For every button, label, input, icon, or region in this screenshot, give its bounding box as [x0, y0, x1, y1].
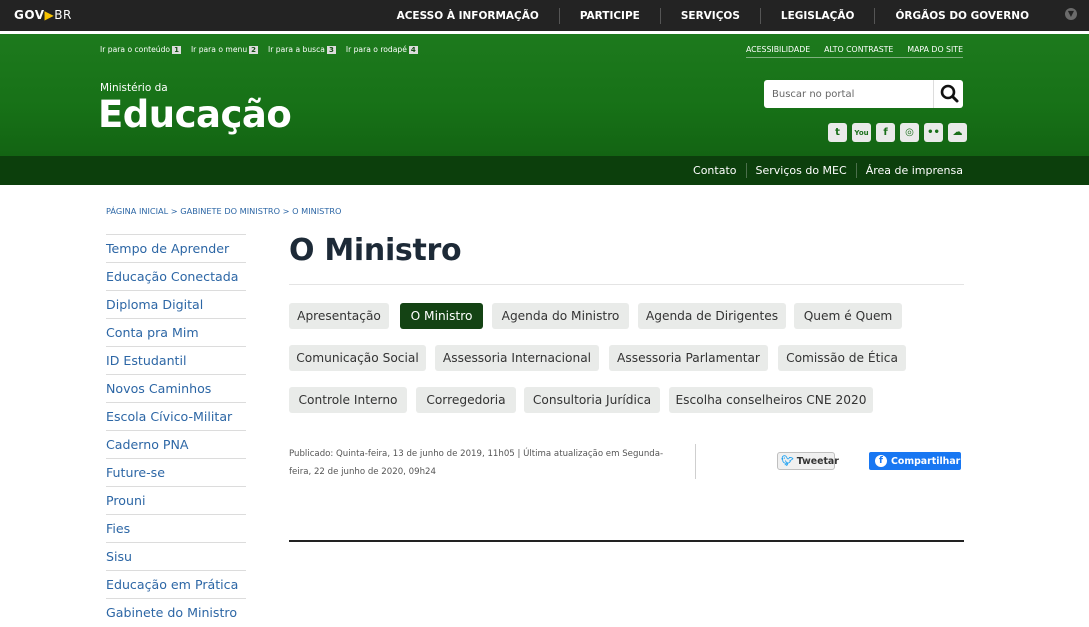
page-title: O Ministro: [289, 233, 462, 268]
instagram-icon[interactable]: ◎: [900, 123, 919, 142]
tab-consultoria-juridica[interactable]: Consultoria Jurídica: [524, 387, 660, 413]
skip-links: Ir para o conteúdo 1 Ir para o menu 2 Ir p…: [100, 45, 418, 54]
search-icon: [940, 84, 959, 103]
sidebar-item[interactable]: Prouni: [106, 486, 246, 514]
breadcrumb[interactable]: PÁGINA INICIAL > GABINETE DO MINISTRO > …: [106, 206, 342, 216]
tab-assessoria-internacional[interactable]: Assessoria Internacional: [435, 345, 599, 371]
skip-to-search[interactable]: Ir para a busca 3: [268, 45, 336, 54]
tab-corregedoria[interactable]: Corregedoria: [416, 387, 516, 413]
skip-label: Ir para o rodapé: [345, 45, 407, 54]
gov-nav: ACESSO À INFORMAÇÃO PARTICIPE SERVIÇOS L…: [377, 0, 1077, 31]
gov-logo-arrow-icon: ▶: [44, 8, 55, 22]
chevron-down-icon[interactable]: ▼: [1065, 8, 1077, 20]
youtube-icon[interactable]: You: [852, 123, 871, 142]
sidebar-item[interactable]: Novos Caminhos: [106, 374, 246, 402]
twitter-bird-icon: 🐦︎: [781, 455, 794, 467]
br-logo-text: BR: [54, 8, 72, 22]
brand-title[interactable]: Educação: [98, 93, 292, 136]
tab-agenda-dirigentes[interactable]: Agenda de Dirigentes: [638, 303, 786, 329]
facebook-icon: f: [875, 455, 887, 467]
sidebar-item[interactable]: Caderno PNA: [106, 430, 246, 458]
facebook-icon[interactable]: f: [876, 123, 895, 142]
gov-nav-participe[interactable]: PARTICIPE: [558, 7, 660, 24]
gov-nav-orgaos-governo[interactable]: ÓRGÃOS DO GOVERNO: [874, 7, 1049, 24]
gov-logo-text: GOV: [14, 8, 45, 22]
skip-to-footer[interactable]: Ir para o rodapé 4: [346, 45, 418, 54]
site-header: Ir para o conteúdo 1 Ir para o menu 2 Ir p…: [0, 34, 1089, 156]
skip-key: 2: [249, 46, 259, 54]
tab-controle-interno[interactable]: Controle Interno: [289, 387, 407, 413]
subnav-area-imprensa[interactable]: Área de imprensa: [855, 163, 963, 178]
skip-key: 1: [172, 46, 181, 54]
tab-o-ministro[interactable]: O Ministro: [400, 303, 483, 329]
sidebar-item[interactable]: Sisu: [106, 542, 246, 570]
skip-to-content[interactable]: Ir para o conteúdo 1: [100, 45, 181, 54]
sidebar-item[interactable]: ID Estudantil: [106, 346, 246, 374]
sidebar-item[interactable]: Educação Conectada: [106, 262, 246, 290]
skip-label: Ir para a busca: [268, 45, 325, 54]
tweet-button[interactable]: 🐦︎ Tweetar: [777, 452, 839, 470]
facebook-share-button[interactable]: f Compartilhar: [869, 452, 961, 470]
gov-br-logo[interactable]: GOV▶BR: [14, 8, 72, 22]
share-label: Compartilhar: [891, 455, 961, 467]
sidebar-item[interactable]: Conta pra Mim: [106, 318, 246, 346]
sidebar-item[interactable]: Gabinete do Ministro: [106, 598, 246, 626]
twitter-icon[interactable]: t: [828, 123, 847, 142]
tab-apresentacao[interactable]: Apresentação: [289, 303, 389, 329]
sidebar-item[interactable]: Educação em Prática: [106, 570, 246, 598]
title-divider: [289, 284, 964, 285]
vertical-divider: [695, 444, 696, 479]
tab-comunicacao-social[interactable]: Comunicação Social: [289, 345, 426, 371]
sidebar-item[interactable]: Future-se: [106, 458, 246, 486]
sidebar-item[interactable]: Tempo de Aprender: [106, 234, 246, 262]
skip-label: Ir para o menu: [190, 45, 248, 54]
sidebar-item[interactable]: Fies: [106, 514, 246, 542]
accessibility-links: ACESSIBILIDADE ALTO CONTRASTE MAPA DO SI…: [745, 45, 963, 58]
skip-key: 4: [408, 46, 418, 54]
header-subnav: Contato Serviços do MEC Área de imprensa: [0, 156, 1089, 185]
skip-to-menu[interactable]: Ir para o menu 2: [190, 45, 259, 54]
skip-key: 3: [326, 46, 336, 54]
tweet-label: Tweetar: [796, 455, 839, 467]
social-links: t You f ◎ •• ☁: [828, 123, 967, 142]
tab-escolha-conselheiros[interactable]: Escolha conselheiros CNE 2020: [669, 387, 873, 413]
gov-nav-acesso-informacao[interactable]: ACESSO À INFORMAÇÃO: [377, 8, 559, 24]
sidebar-item[interactable]: Escola Cívico-Militar: [106, 402, 246, 430]
soundcloud-icon[interactable]: ☁: [948, 123, 967, 142]
accessibility-link[interactable]: ACESSIBILIDADE: [746, 45, 810, 54]
subnav-servicos-mec[interactable]: Serviços do MEC: [745, 163, 856, 178]
sidebar-menu: Tempo de Aprender Educação Conectada Dip…: [106, 234, 246, 626]
gov-nav-servicos[interactable]: SERVIÇOS: [659, 7, 760, 24]
flickr-icon[interactable]: ••: [924, 123, 943, 142]
site-map-link[interactable]: MAPA DO SITE: [907, 45, 963, 54]
gov-top-bar: GOV▶BR ACESSO À INFORMAÇÃO PARTICIPE SER…: [0, 0, 1089, 31]
tab-quem-e-quem[interactable]: Quem é Quem: [794, 303, 902, 329]
search-box: [764, 80, 963, 108]
gov-nav-legislacao[interactable]: LEGISLAÇÃO: [759, 7, 875, 24]
skip-label: Ir para o conteúdo: [100, 45, 171, 54]
high-contrast-link[interactable]: ALTO CONTRASTE: [824, 45, 893, 54]
subnav-contato[interactable]: Contato: [684, 163, 745, 178]
search-input[interactable]: [764, 80, 932, 108]
tab-comissao-etica[interactable]: Comissão de Ética: [778, 345, 906, 371]
tab-agenda-ministro[interactable]: Agenda do Ministro: [492, 303, 629, 329]
sidebar-item[interactable]: Diploma Digital: [106, 290, 246, 318]
content-bottom-divider: [289, 540, 964, 542]
tab-assessoria-parlamentar[interactable]: Assessoria Parlamentar: [609, 345, 768, 371]
publication-info: Publicado: Quinta-feira, 13 de junho de …: [289, 449, 664, 477]
search-button[interactable]: [933, 80, 963, 108]
